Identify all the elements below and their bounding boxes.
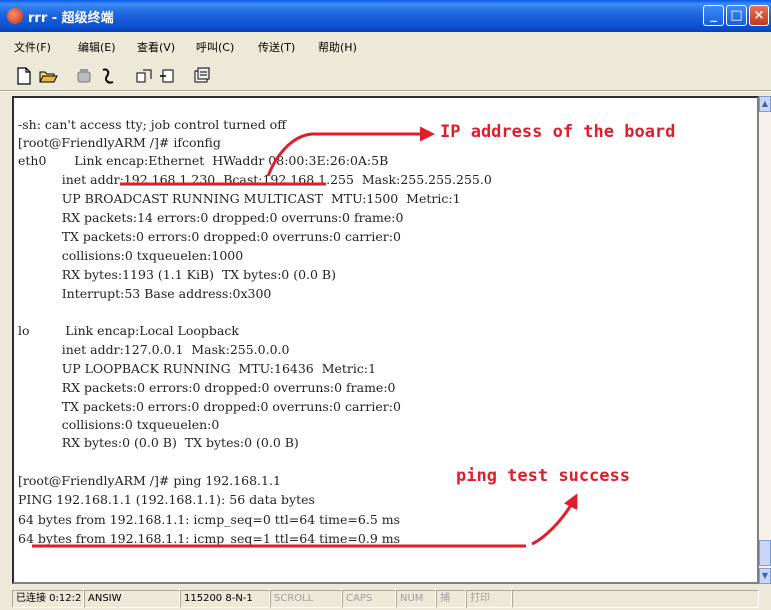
ip-arrow xyxy=(266,126,435,177)
status-terminal-type: ANSIW xyxy=(84,590,180,608)
status-print: 打印 xyxy=(466,590,512,608)
ping-arrow xyxy=(531,493,578,546)
status-connected: 已连接 0:12:2 xyxy=(12,590,84,608)
status-num: NUM xyxy=(396,590,436,608)
status-scroll: SCROLL xyxy=(270,590,342,608)
status-caps: CAPS xyxy=(342,590,396,608)
status-bar: 已连接 0:12:2 ANSIW 115200 8-N-1 SCROLL CAP… xyxy=(0,586,771,610)
annotation-overlay xyxy=(32,126,578,548)
status-empty xyxy=(512,590,759,608)
status-capture: 捕 xyxy=(436,590,466,608)
status-settings: 115200 8-N-1 xyxy=(180,590,270,608)
